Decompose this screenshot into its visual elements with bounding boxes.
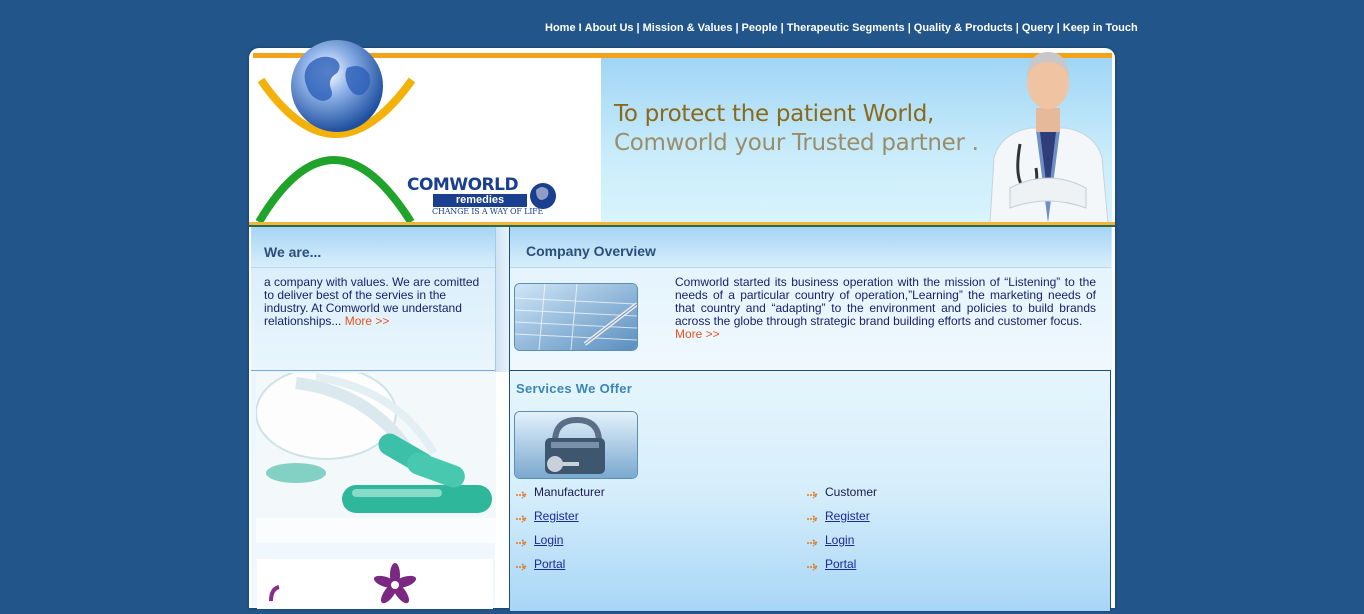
nav-separator: I xyxy=(578,22,582,34)
logo[interactable]: COMWORLD remedies CHANGE IS A WAY OF LIF… xyxy=(407,176,543,216)
header-tagline: To protect the patient World, Comworld y… xyxy=(614,100,979,158)
we-are-more-link[interactable]: More >> xyxy=(345,314,390,328)
capsules-image xyxy=(256,373,496,543)
nav-separator: | xyxy=(780,22,784,34)
overview-more-link[interactable]: More >> xyxy=(675,327,720,341)
services-title: Services We Offer xyxy=(516,381,633,396)
doctor-image xyxy=(989,52,1109,223)
flower-logo-icon xyxy=(269,563,417,604)
padlock-icon xyxy=(515,412,637,478)
left-column-divider xyxy=(251,370,496,371)
arrow-icon xyxy=(807,539,819,547)
services-thumbnail xyxy=(514,411,638,479)
manufacturer-register-link[interactable]: Register xyxy=(534,509,579,523)
customer-label: Customer xyxy=(825,485,878,499)
customer-login-link[interactable]: Login xyxy=(825,533,854,547)
manufacturer-register: Register xyxy=(534,509,579,523)
logo-name: COMWORLD xyxy=(407,175,519,195)
manufacturer-label: Manufacturer xyxy=(534,485,605,499)
we-are-text-block: a company with values. We are comitted t… xyxy=(264,276,486,328)
arrow-icon xyxy=(807,491,819,499)
arrow-icon xyxy=(516,515,528,523)
customer-register: Register xyxy=(825,509,870,523)
manufacturer-login: Login xyxy=(534,533,563,547)
nav-home[interactable]: Home xyxy=(545,22,576,34)
arrow-icon xyxy=(516,539,528,547)
nav-separator: | xyxy=(735,22,739,34)
tagline-line-2: Comworld your Trusted partner . xyxy=(614,130,979,156)
nav-separator: | xyxy=(1056,22,1060,34)
logo-globe-icon xyxy=(255,40,416,225)
nav-about-us[interactable]: About Us xyxy=(585,22,634,34)
top-nav: Home I About Us | Mission & Values | People | Th… xyxy=(545,22,1138,34)
nav-query[interactable]: Query xyxy=(1022,22,1054,34)
nav-separator: | xyxy=(907,22,911,34)
nav-quality-products[interactable]: Quality & Products xyxy=(914,22,1013,34)
nav-keep-in-touch[interactable]: Keep in Touch xyxy=(1063,22,1138,34)
we-are-title: We are... xyxy=(264,244,322,260)
customer-portal-link[interactable]: Portal xyxy=(825,557,856,571)
arrow-icon xyxy=(516,563,528,571)
customer-login: Login xyxy=(825,533,854,547)
overview-title: Company Overview xyxy=(526,243,656,259)
arrow-icon xyxy=(807,563,819,571)
nav-people[interactable]: People xyxy=(742,22,778,34)
logo-tagline: CHANGE IS A WAY OF LIFE xyxy=(432,207,544,216)
nav-therapeutic-segments[interactable]: Therapeutic Segments xyxy=(787,22,905,34)
overview-text-block: Comworld started its business operation … xyxy=(675,276,1096,341)
overview-text: Comworld started its business operation … xyxy=(675,275,1096,328)
manufacturer-portal-link[interactable]: Portal xyxy=(534,557,565,571)
partner-logo xyxy=(257,559,493,609)
arrow-icon xyxy=(807,515,819,523)
manufacturer-login-link[interactable]: Login xyxy=(534,533,563,547)
nav-separator: | xyxy=(636,22,640,34)
arrow-icon xyxy=(516,491,528,499)
manufacturer-portal: Portal xyxy=(534,557,565,571)
tagline-line-1: To protect the patient World, xyxy=(614,101,935,127)
logo-sub: remedies xyxy=(433,194,527,207)
overview-thumbnail xyxy=(514,283,638,351)
customer-register-link[interactable]: Register xyxy=(825,509,870,523)
customer-portal: Portal xyxy=(825,557,856,571)
nav-separator: | xyxy=(1015,22,1019,34)
chart-pen-icon xyxy=(515,284,637,350)
nav-mission-values[interactable]: Mission & Values xyxy=(643,22,733,34)
